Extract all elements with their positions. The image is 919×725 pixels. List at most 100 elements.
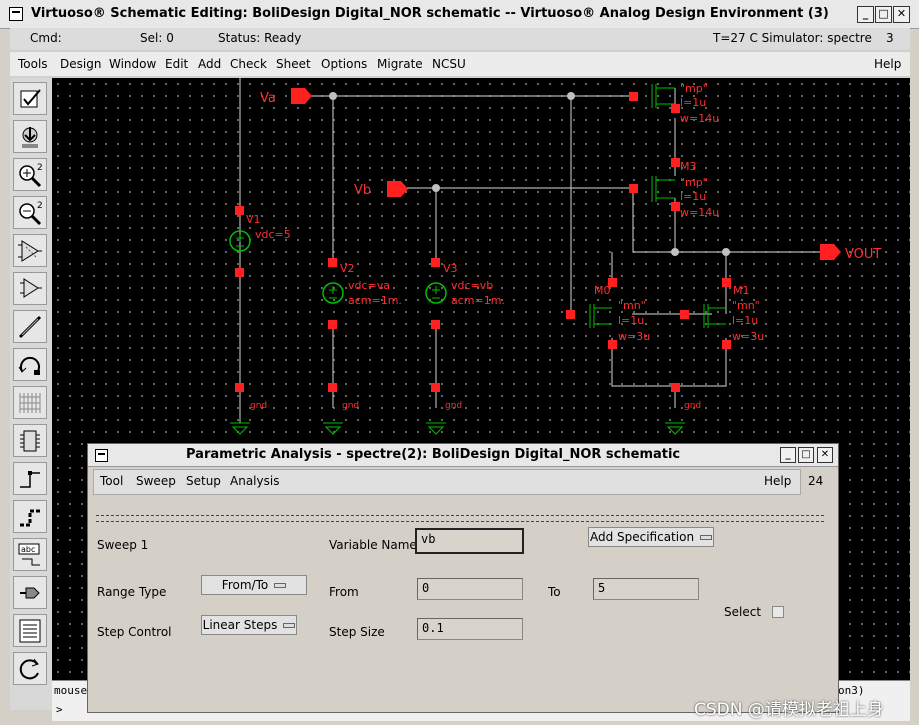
- pin-icon[interactable]: [13, 576, 47, 609]
- pin-vout-label: VOUT: [845, 247, 881, 262]
- m3-name: M3: [680, 160, 697, 173]
- menu-ncsu[interactable]: NCSU: [432, 57, 466, 71]
- range-type-value: From/To: [221, 578, 269, 592]
- descend-icon[interactable]: [13, 120, 47, 153]
- check-icon[interactable]: [13, 82, 47, 115]
- v1-param: vdc=5: [255, 228, 291, 241]
- wire-narrow-icon[interactable]: [13, 462, 47, 495]
- m0-length: l=1u: [618, 314, 644, 327]
- menu-edit[interactable]: Edit: [165, 57, 188, 71]
- dialog-window-menu-icon[interactable]: [95, 449, 108, 462]
- m1-length: l=1u: [732, 314, 758, 327]
- pin-vb[interactable]: Vb: [354, 181, 408, 198]
- transistor-m0[interactable]: M0 "mn" l=1u w=3u: [566, 278, 650, 349]
- minimize-button[interactable]: _: [857, 6, 874, 23]
- dialog-minimize-button[interactable]: _: [780, 447, 796, 463]
- transistor-m2[interactable]: "mp" l=1u w=14u: [629, 82, 719, 125]
- menu-add[interactable]: Add: [198, 57, 221, 71]
- step-size-label: Step Size: [329, 625, 385, 639]
- zoom-out-icon[interactable]: 2: [13, 196, 47, 229]
- status-ready: Status: Ready: [218, 31, 302, 45]
- copy-icon[interactable]: [13, 272, 47, 305]
- pin-va[interactable]: Va: [260, 88, 312, 106]
- ground-bottom: gnd: [665, 383, 701, 435]
- dialog-menu-analysis[interactable]: Analysis: [230, 474, 279, 488]
- menu-migrate[interactable]: Migrate: [377, 57, 423, 71]
- instance-icon[interactable]: [13, 424, 47, 457]
- to-label: To: [548, 585, 561, 599]
- zoom-in-icon[interactable]: 2: [13, 158, 47, 191]
- mouse-status: mouse: [54, 684, 88, 697]
- m2-length: l=1u: [680, 96, 706, 109]
- dialog-menu-sweep[interactable]: Sweep: [136, 474, 176, 488]
- status-number: 3: [886, 31, 894, 45]
- source-v3[interactable]: V3 vdc=vb acm=1m. gnd: [425, 258, 505, 435]
- transistor-m3[interactable]: M3 "mp" l=1u w=14u: [629, 158, 719, 219]
- dialog-title: Parametric Analysis - spectre(2): BoliDe…: [186, 447, 681, 462]
- source-v2[interactable]: V2 vdc=va acm=1m. gnd: [322, 258, 402, 435]
- add-specification-label: Add Specification: [589, 530, 695, 544]
- v3-param-vdc: vdc=vb: [451, 279, 493, 292]
- zoom-out-factor: 2: [37, 201, 43, 211]
- step-control-menu[interactable]: Linear Steps: [201, 615, 297, 635]
- step-size-field[interactable]: 0.1: [417, 618, 523, 640]
- m1-model: "mn": [732, 299, 760, 312]
- window-menu-icon[interactable]: [9, 7, 23, 21]
- dialog-menu-setup[interactable]: Setup: [186, 474, 221, 488]
- m3-length: l=1u: [680, 190, 706, 203]
- option-menu-indicator-icon: [283, 623, 296, 628]
- dialog-menu-tool[interactable]: Tool: [100, 474, 123, 488]
- dialog-maximize-button[interactable]: □: [798, 447, 814, 463]
- source-v1[interactable]: V1 vdc=5 gnd: [229, 206, 291, 435]
- m1-width: w=3u: [732, 330, 764, 343]
- pin-vout[interactable]: VOUT: [820, 244, 881, 262]
- bus-icon[interactable]: [13, 500, 47, 533]
- from-field[interactable]: 0: [417, 578, 523, 600]
- variable-name-field[interactable]: vb: [415, 528, 524, 554]
- cmd-prompt: >: [56, 703, 63, 716]
- v2-param-vdc: vdc=va: [348, 279, 390, 292]
- m3-model: "mp": [680, 176, 708, 189]
- status-temp-simulator: T=27 C Simulator: spectre: [713, 31, 872, 45]
- menu-design[interactable]: Design: [60, 57, 101, 71]
- menu-window[interactable]: Window: [109, 57, 156, 71]
- menu-tools[interactable]: Tools: [18, 57, 48, 71]
- dialog-number: 24: [808, 474, 824, 488]
- dialog-menu-help[interactable]: Help: [764, 474, 791, 488]
- select-checkbox[interactable]: [772, 606, 784, 618]
- menu-bar: Tools Design Window Edit Add Check Sheet…: [10, 52, 910, 76]
- menu-options[interactable]: Options: [321, 57, 367, 71]
- range-type-label: Range Type: [97, 585, 167, 599]
- m1-name: M1: [733, 284, 750, 297]
- junction-dots: [329, 92, 730, 256]
- m2-model: "mp": [680, 82, 708, 95]
- m3-width: w=14u: [680, 206, 719, 219]
- menu-check[interactable]: Check: [230, 57, 267, 71]
- menu-sheet[interactable]: Sheet: [276, 57, 311, 71]
- v2-gnd-label: gnd: [342, 401, 359, 411]
- m2-width: w=14u: [680, 112, 719, 125]
- option-menu-indicator-icon: [700, 535, 713, 540]
- dialog-title-bar: Parametric Analysis - spectre(2): BoliDe…: [88, 444, 838, 467]
- grid-icon[interactable]: [13, 386, 47, 419]
- dialog-close-button[interactable]: ✕: [817, 447, 833, 463]
- sweep-label: Sweep 1: [97, 538, 149, 552]
- window-title: Virtuoso® Schematic Editing: BoliDesign …: [31, 6, 829, 21]
- add-specification-button[interactable]: Add Specification: [588, 527, 714, 547]
- stretch-icon[interactable]: [13, 234, 47, 267]
- close-button[interactable]: ✕: [893, 6, 910, 23]
- step-control-value: Linear Steps: [202, 618, 278, 632]
- label-icon[interactable]: abc: [13, 538, 47, 571]
- range-type-menu[interactable]: From/To: [201, 575, 307, 595]
- wire-icon[interactable]: [13, 310, 47, 343]
- title-bar: Virtuoso® Schematic Editing: BoliDesign …: [0, 0, 919, 29]
- undo-icon[interactable]: [13, 348, 47, 381]
- menu-help[interactable]: Help: [874, 57, 901, 71]
- pin-vb-label: Vb: [354, 183, 371, 198]
- refresh-icon[interactable]: [13, 652, 47, 685]
- maximize-button[interactable]: □: [875, 6, 892, 23]
- property-icon[interactable]: [13, 614, 47, 647]
- m0-model: "mn": [618, 299, 646, 312]
- from-label: From: [329, 585, 359, 599]
- to-field[interactable]: 5: [593, 578, 699, 600]
